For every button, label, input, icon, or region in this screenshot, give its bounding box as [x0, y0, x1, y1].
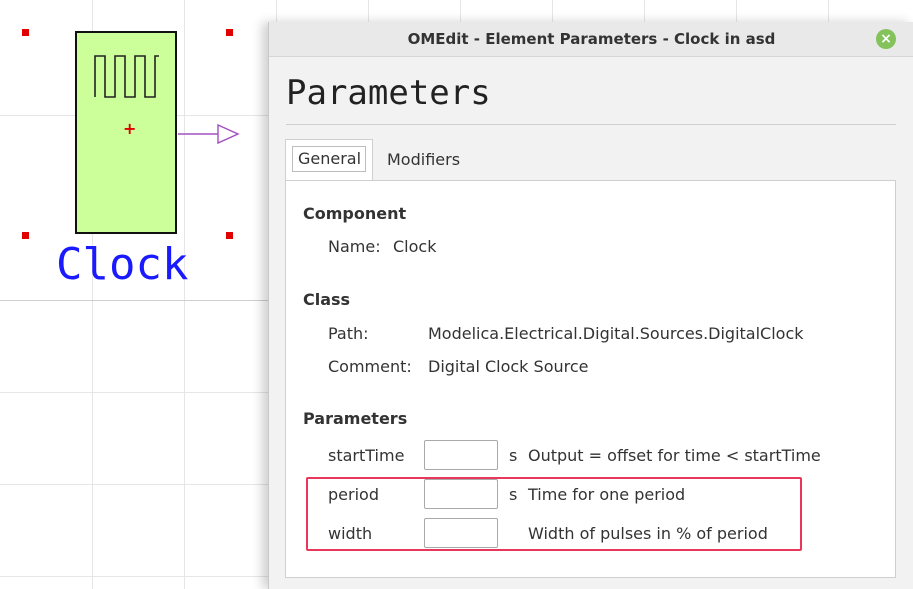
name-label: Name: — [328, 237, 381, 256]
parameters-section-title: Parameters — [303, 409, 408, 428]
clock-component[interactable]: + — [75, 31, 177, 234]
dialog-titlebar[interactable]: OMEdit - Element Parameters - Clock in a… — [269, 22, 913, 57]
name-value: Clock — [393, 237, 437, 256]
class-section-title: Class — [303, 290, 351, 309]
output-port-icon[interactable] — [178, 122, 244, 148]
element-parameters-dialog: OMEdit - Element Parameters - Clock in a… — [268, 22, 913, 589]
general-tab-panel: Component Name: Clock Class Path: Modeli… — [285, 180, 896, 578]
grid-line — [184, 0, 185, 589]
param-starttime-input[interactable] — [424, 440, 498, 470]
square-wave-icon — [94, 55, 159, 98]
divider — [286, 124, 896, 125]
param-starttime-description: Output = offset for time < startTime — [528, 446, 821, 465]
tab-general[interactable]: General — [285, 139, 373, 181]
selection-handle[interactable] — [226, 232, 233, 239]
comment-value: Digital Clock Source — [428, 357, 589, 376]
selection-handle[interactable] — [226, 29, 233, 36]
page-title: Parameters — [286, 73, 491, 113]
origin-marker-icon: + — [123, 119, 137, 138]
component-label: Clock — [56, 239, 189, 290]
tab-modifiers[interactable]: Modifiers — [387, 149, 460, 171]
param-starttime-unit: s — [509, 446, 518, 465]
dialog-title: OMEdit - Element Parameters - Clock in a… — [407, 30, 776, 48]
selection-handle[interactable] — [22, 29, 29, 36]
component-section-title: Component — [303, 204, 407, 223]
path-value: Modelica.Electrical.Digital.Sources.Digi… — [428, 324, 804, 343]
param-starttime-label: startTime — [328, 446, 405, 465]
highlight-box — [306, 477, 802, 551]
comment-label: Comment: — [328, 357, 412, 376]
path-label: Path: — [328, 324, 369, 343]
tab-general-label: General — [292, 146, 366, 172]
selection-handle[interactable] — [22, 232, 29, 239]
close-icon[interactable]: × — [876, 29, 896, 49]
